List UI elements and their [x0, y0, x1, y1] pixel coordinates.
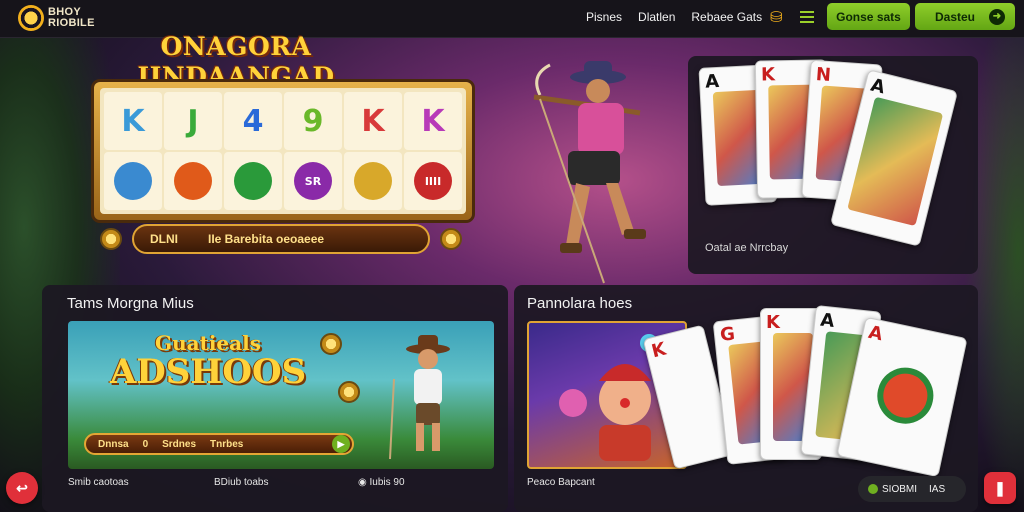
game-tile-adshoos[interactable]: Guatieals ADSHOOS Dnnsa 0 Srdnes Tnrbes …: [68, 321, 494, 469]
card-art: [847, 96, 944, 227]
nav-link-1[interactable]: Pisnes: [586, 10, 622, 24]
gem-icon: SR: [294, 162, 332, 200]
card-rank: A: [704, 70, 720, 93]
reel-symbol: K: [104, 92, 162, 150]
login-button[interactable]: Dasteu ➜: [915, 3, 1015, 30]
reel-symbol: [104, 152, 162, 210]
card-rank: G: [719, 323, 736, 346]
game-bar-item: Srdnes: [162, 438, 197, 450]
cards-panel-caption: Oatal ae Nrrcbay: [705, 242, 789, 254]
reel-symbol: [164, 152, 222, 210]
card-rank: A: [819, 309, 836, 332]
featured-game-title: Tams Morgna Mius: [67, 295, 194, 312]
popular-meta-left: Peaco Bapcant: [527, 477, 595, 488]
slot-reels: K J 4 9 K K SR IIII: [100, 88, 466, 214]
coin-icon: [440, 228, 462, 250]
site-logo[interactable]: BHOY RIOBILE: [18, 5, 95, 31]
card-rank: K: [766, 312, 780, 333]
status-pill-label: SIOBMI: [882, 483, 918, 495]
game-control-bar[interactable]: Dnnsa 0 Srdnes Tnrbes ▶: [84, 433, 354, 455]
card-rank: K: [760, 64, 776, 86]
reel-symbol: 9: [284, 92, 342, 150]
slot-title-line1: ONAGORA: [160, 32, 312, 61]
slot-control-bar[interactable]: DLNI IIe Barebita oeoaeee: [132, 224, 430, 254]
game-bar-item: 0: [142, 438, 149, 450]
adventurer-illustration: [533, 61, 646, 284]
logo-text-line2: RIOBILE: [48, 17, 95, 29]
coin-icon: [354, 162, 392, 200]
fruit-icon: [174, 162, 212, 200]
main-nav: Pisnes Dlatlen Rebaee Gats: [586, 10, 778, 24]
slot-machine[interactable]: K J 4 9 K K SR IIII: [94, 82, 472, 220]
coin-icon: [338, 381, 360, 403]
game-logo: Guatieals ADSHOOS: [108, 331, 308, 389]
reel-symbol: K: [344, 92, 402, 150]
reel-symbol: J: [164, 92, 222, 150]
logo-icon: [18, 5, 44, 31]
card-rank: A: [866, 321, 885, 346]
slot-bar-right: IIe Barebita oeoaeee: [208, 232, 325, 246]
cards-panel[interactable]: A K N A Oatal ae Nrrcbay: [688, 56, 978, 274]
coin-icon: [320, 333, 342, 355]
play-icon[interactable]: ▶: [332, 435, 350, 453]
fish-icon: [114, 162, 152, 200]
reel-symbol: [224, 152, 282, 210]
menu-icon[interactable]: [800, 8, 816, 26]
reel-symbol: K: [404, 92, 462, 150]
reel-symbol: [344, 152, 402, 210]
popular-games-title: Pannolara hoes: [527, 295, 633, 312]
game-meta-right-label: Iubis 90: [369, 477, 405, 488]
status-pill-extra: IAS: [929, 483, 946, 495]
arrow-right-icon: ➜: [989, 8, 1005, 25]
game-bar-item: Tnrbes: [210, 438, 244, 450]
card-emblem: [872, 362, 939, 429]
game-bar-item: Dnnsa: [98, 438, 129, 450]
coins-icon[interactable]: ⛁: [770, 8, 788, 26]
clock-icon: ◉: [358, 477, 370, 488]
game-logo-line2: ADSHOOS: [109, 352, 307, 392]
game-meta-left: Smib caotoas: [68, 477, 129, 488]
status-pill[interactable]: SIOBMI IAS: [858, 476, 966, 502]
back-arrow-icon[interactable]: ↩: [6, 472, 38, 504]
gold-bars-icon: IIII: [414, 162, 452, 200]
reel-symbol: IIII: [404, 152, 462, 210]
game-meta-right: ◉ Iubis 90: [358, 477, 405, 488]
bookmark-icon[interactable]: ❚: [984, 472, 1016, 504]
game-meta-mid: BDiub toabs: [214, 477, 269, 488]
leaf-icon: [234, 162, 272, 200]
explorer-illustration: [389, 335, 450, 460]
card-rank: A: [868, 74, 888, 99]
deposit-button[interactable]: Gonse sats: [827, 3, 910, 30]
login-button-label: Dasteu: [935, 9, 976, 24]
reel-symbol: SR: [284, 152, 342, 210]
card-rank: N: [815, 64, 832, 87]
card-rank: K: [649, 338, 669, 363]
reel-symbol: 4: [224, 92, 282, 150]
online-icon: [868, 484, 878, 494]
nav-link-3[interactable]: Rebaee Gats: [691, 10, 762, 24]
slot-bar-left: DLNI: [150, 232, 178, 246]
coin-icon: [100, 228, 122, 250]
nav-link-2[interactable]: Dlatlen: [638, 10, 675, 24]
